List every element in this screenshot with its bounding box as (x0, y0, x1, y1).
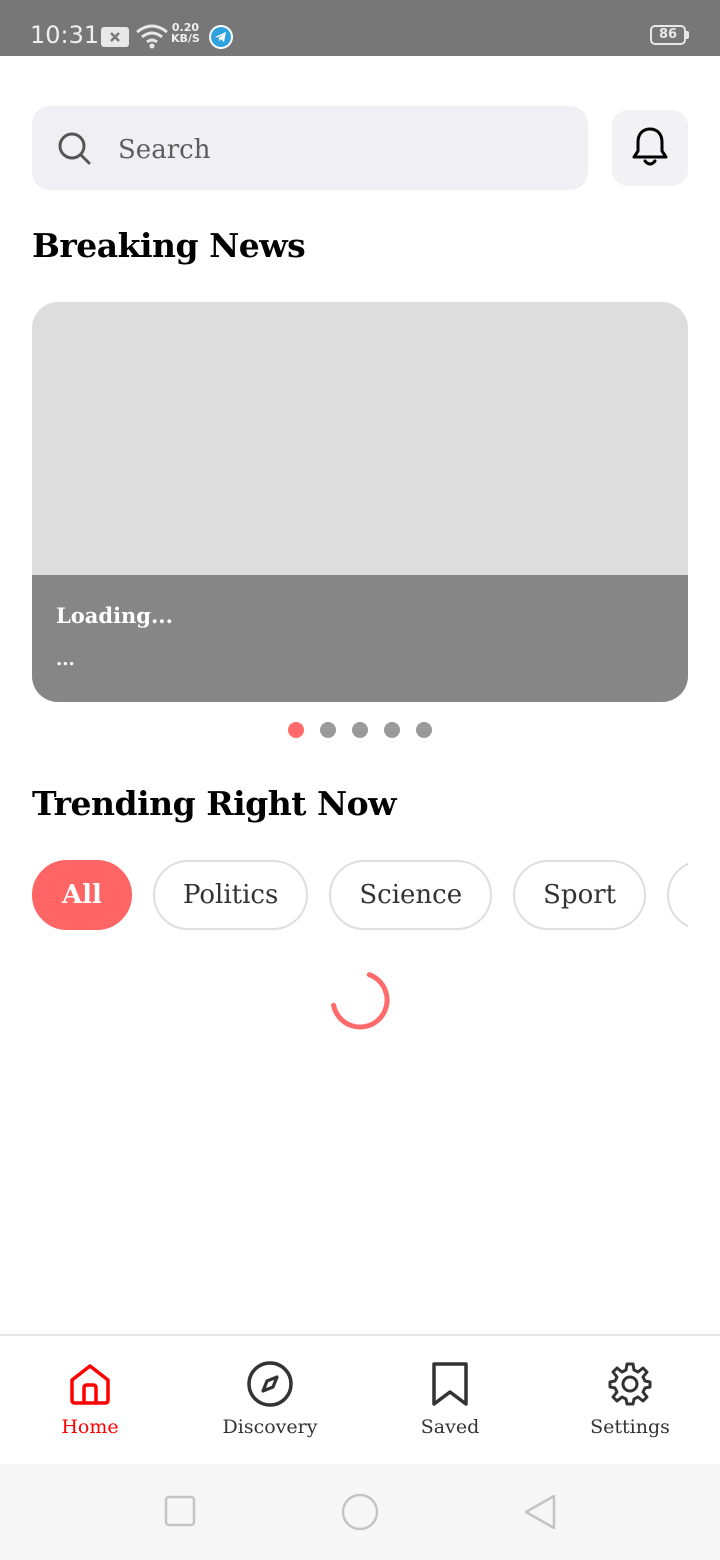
gear-icon (606, 1360, 654, 1412)
search-bar[interactable] (32, 106, 588, 190)
network-speed: 0.20 KB/S (171, 22, 200, 44)
carousel-dot[interactable] (384, 722, 400, 738)
wifi-icon (135, 23, 169, 53)
trending-title: Trending Right Now (32, 784, 397, 823)
carousel-dot[interactable] (288, 722, 304, 738)
nav-home[interactable]: Home (0, 1336, 180, 1464)
notification-icon (101, 27, 129, 51)
compass-icon (246, 1360, 294, 1412)
battery-icon: 86 (650, 25, 686, 45)
home-icon (66, 1360, 114, 1412)
status-bar: 10:31 0.20 KB/S 86 (0, 0, 720, 56)
system-navigation-bar (0, 1464, 720, 1560)
status-time: 10:31 (30, 21, 100, 49)
nav-discovery[interactable]: Discovery (180, 1336, 360, 1464)
carousel-indicator (288, 722, 432, 738)
news-card-title: Loading... (56, 603, 173, 628)
category-chip-all[interactable]: All (32, 860, 132, 930)
category-chips: All Politics Science Sport En (32, 860, 688, 936)
category-chip-science[interactable]: Science (329, 860, 493, 930)
telegram-icon (208, 24, 234, 54)
nav-settings[interactable]: Settings (540, 1336, 720, 1464)
back-button[interactable] (522, 1493, 558, 1535)
nav-saved[interactable]: Saved (360, 1336, 540, 1464)
breaking-news-title: Breaking News (32, 226, 306, 265)
breaking-news-card[interactable]: Loading... ... (32, 302, 688, 702)
search-input[interactable] (116, 130, 560, 170)
nav-saved-label: Saved (420, 1416, 480, 1438)
carousel-dot[interactable] (352, 722, 368, 738)
category-chip-sport[interactable]: Sport (513, 860, 647, 930)
bell-icon (630, 125, 670, 171)
loading-spinner (329, 969, 391, 1035)
category-chip-en[interactable]: En (667, 860, 688, 930)
home-button[interactable] (341, 1493, 379, 1535)
nav-discovery-label: Discovery (222, 1416, 318, 1438)
carousel-dot[interactable] (416, 722, 432, 738)
network-speed-unit: KB/S (171, 32, 200, 45)
nav-settings-label: Settings (590, 1416, 670, 1438)
category-chip-politics[interactable]: Politics (152, 860, 309, 930)
notifications-button[interactable] (612, 110, 688, 186)
news-card-subtitle: ... (56, 649, 75, 670)
news-caption-overlay: Loading... ... (32, 575, 688, 702)
battery-tip (686, 31, 689, 39)
bookmark-icon (426, 1360, 474, 1412)
recent-apps-button[interactable] (164, 1495, 196, 1531)
bottom-navigation: Home Discovery Saved Settings (0, 1334, 720, 1464)
carousel-dot[interactable] (320, 722, 336, 738)
battery-level: 86 (658, 27, 678, 42)
nav-home-label: Home (61, 1416, 119, 1438)
search-icon (56, 130, 92, 170)
